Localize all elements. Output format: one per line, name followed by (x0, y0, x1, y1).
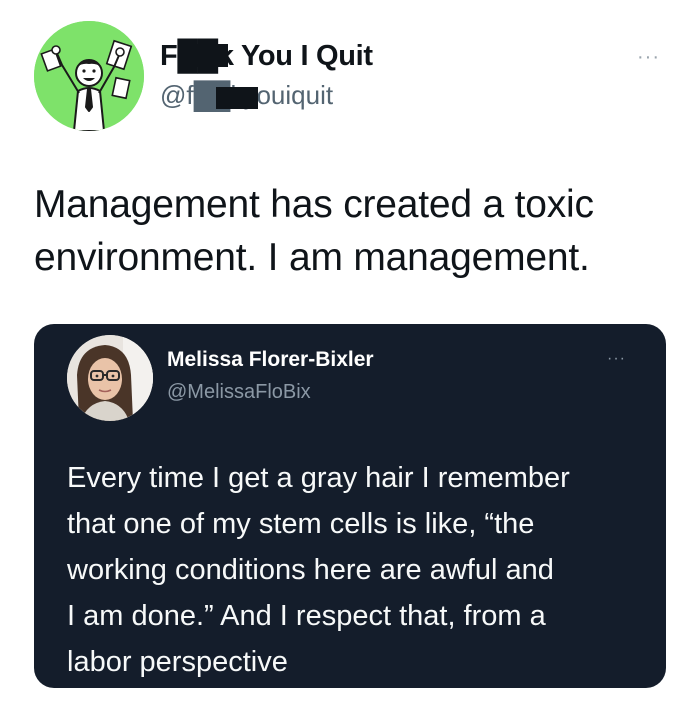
quoted-author-display-name[interactable]: Melissa Florer-Bixler (167, 348, 374, 372)
censor-bar (181, 44, 228, 67)
quoted-text-line: I am done.” And I respect that, from a (67, 600, 546, 632)
tweet-text-line: environment. I am management. (34, 236, 590, 279)
quoted-tweet-card[interactable]: Melissa Florer-Bixler @MelissaFloBix ···… (34, 324, 666, 688)
quoted-author-avatar[interactable] (67, 335, 153, 421)
cartoon-man-throwing-papers-icon (34, 21, 144, 131)
woman-with-glasses-photo (67, 335, 153, 421)
tweet-card: F██k You I Quit @f██kyouiquit ··· Manage… (0, 0, 700, 714)
quoted-author-handle[interactable]: @MelissaFloBix (167, 381, 311, 404)
censor-bar (216, 87, 258, 109)
more-options-icon[interactable]: ··· (637, 47, 660, 67)
quoted-text-line: that one of my stem cells is like, “the (67, 508, 535, 540)
quoted-tweet-text: Every time I get a gray hair I remember … (67, 455, 657, 685)
author-avatar[interactable] (34, 21, 144, 131)
tweet-text: Management has created a toxic environme… (34, 178, 674, 284)
quoted-text-line: Every time I get a gray hair I remember (67, 462, 570, 494)
quoted-more-options-icon[interactable]: ··· (607, 351, 626, 367)
quoted-text-line: working conditions here are awful and (67, 554, 554, 586)
quoted-text-line: labor perspective (67, 646, 288, 678)
tweet-text-line: Management has created a toxic (34, 183, 594, 226)
